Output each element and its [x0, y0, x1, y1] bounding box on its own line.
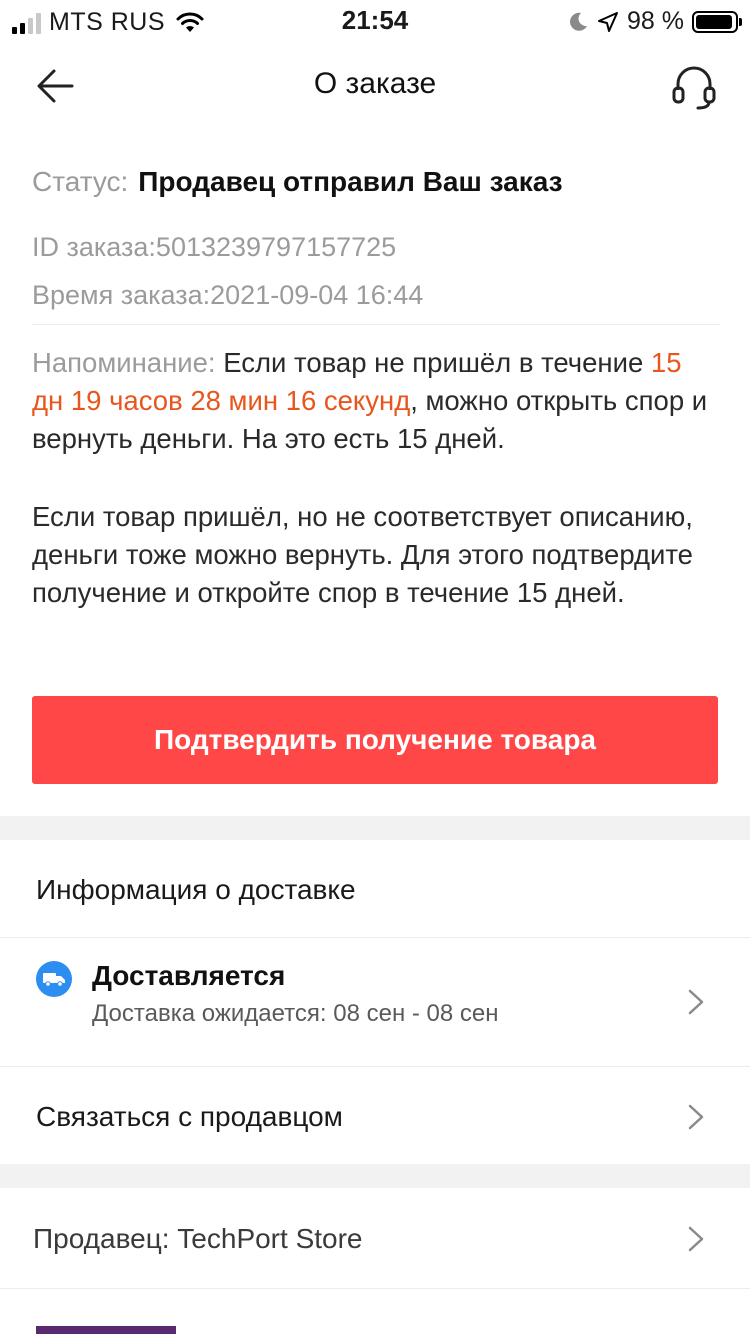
battery-icon [692, 10, 742, 33]
chevron-right-icon [688, 1104, 704, 1130]
section-separator [0, 1164, 750, 1188]
order-id-label: ID заказа: [32, 232, 156, 262]
order-time-label: Время заказа: [32, 280, 211, 310]
order-id: ID заказа:5013239797157725 [32, 232, 396, 263]
reminder-text-before: Если товар не пришёл в течение [223, 347, 644, 378]
reminder-label: Напоминание: [32, 347, 216, 378]
delivery-expected-date: Доставка ожидается: 08 сен - 08 сен [92, 1000, 499, 1027]
status-bar-right: 98 % [567, 7, 742, 36]
confirm-receipt-button[interactable]: Подтвердить получение товара [32, 696, 718, 784]
contact-seller-label: Связаться с продавцом [36, 1101, 343, 1132]
nav-bar: О заказе [0, 42, 750, 130]
order-time: Время заказа:2021-09-04 16:44 [32, 280, 423, 311]
section-separator [0, 816, 750, 840]
order-status: Статус: Продавец отправил Ваш заказ [32, 160, 720, 204]
delivery-section-title: Информация о доставке [36, 874, 356, 905]
delivery-truck-icon [36, 961, 72, 997]
product-thumbnail[interactable] [36, 1326, 176, 1334]
order-id-value: 5013239797157725 [155, 232, 397, 262]
chevron-right-icon [688, 1226, 704, 1252]
support-button[interactable] [668, 60, 720, 112]
divider [0, 1288, 750, 1289]
order-info: Статус: Продавец отправил Ваш заказ ID за… [32, 160, 720, 608]
location-arrow-icon [598, 11, 619, 32]
dispute-info-text: Если товар пришёл, но не соответствует о… [32, 501, 693, 608]
status-value: Продавец отправил Ваш заказ [138, 166, 563, 197]
delivery-status: Доставляется [92, 960, 286, 991]
divider [32, 324, 720, 325]
seller-row[interactable]: Продавец: TechPort Store [0, 1188, 750, 1288]
chevron-right-icon [688, 989, 704, 1015]
seller-name: Продавец: TechPort Store [33, 1223, 363, 1254]
status-bar: MTS RUS 21:54 98 % [0, 0, 750, 42]
contact-seller-row[interactable]: Связаться с продавцом [0, 1067, 750, 1164]
headset-icon [672, 66, 716, 110]
delivery-section-header: Информация о доставке [0, 840, 750, 937]
status-label: Статус: [32, 166, 129, 197]
page-title: О заказе [313, 67, 437, 100]
moon-icon [570, 12, 588, 31]
order-time-value: 2021-09-04 16:44 [210, 280, 424, 310]
battery-percent: 98 % [627, 7, 684, 35]
reminder-text: Напоминание: Если товар не пришёл в тече… [32, 344, 720, 458]
